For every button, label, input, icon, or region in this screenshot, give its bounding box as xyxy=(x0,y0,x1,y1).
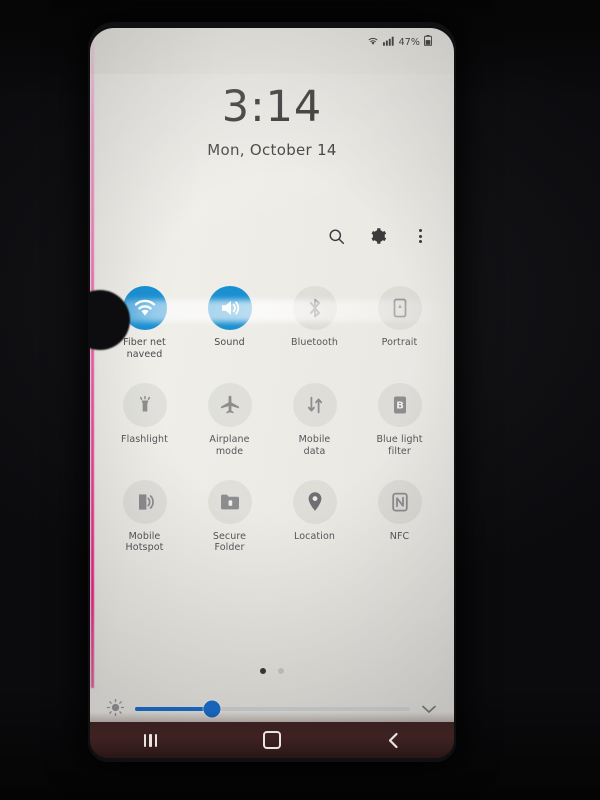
quick-settings-header-actions xyxy=(326,226,430,246)
qs-tile-label: Blue light filter xyxy=(376,433,423,457)
bluetooth-icon xyxy=(292,286,337,330)
secure-folder-icon xyxy=(207,479,252,524)
qs-tile-mobile-hotspot[interactable]: Mobile Hotspot xyxy=(102,479,187,555)
airplane-icon xyxy=(207,382,252,427)
qs-tile-label: Mobile data xyxy=(298,433,331,457)
quick-settings-grid: Fiber net naveed Sound Bluetooth Portrai… xyxy=(90,286,454,554)
status-bar: 47% xyxy=(90,32,454,52)
wifi-icon xyxy=(367,36,379,49)
qs-tile-label: Sound xyxy=(214,337,245,348)
search-icon[interactable] xyxy=(326,226,346,246)
navigation-bar xyxy=(90,722,454,758)
phone-screen: 47% 3:14 Mon, October 14 Fiber net navee… xyxy=(90,28,454,728)
qs-tile-label: Mobile Hotspot xyxy=(125,530,164,554)
lock-clock-area: 3:14 Mon, October 14 xyxy=(90,82,454,160)
battery-percentage: 47% xyxy=(398,36,420,48)
page-indicator xyxy=(90,668,454,674)
recents-icon[interactable] xyxy=(131,727,171,753)
qs-tile-label: NFC xyxy=(389,530,410,542)
blue-light-filter-icon: B xyxy=(377,382,422,427)
phone-device: 47% 3:14 Mon, October 14 Fiber net navee… xyxy=(88,22,456,762)
more-options-icon[interactable] xyxy=(410,226,430,246)
nfc-icon xyxy=(377,479,422,524)
qs-tile-label: Secure Folder xyxy=(212,530,247,554)
qs-tile-airplane-mode[interactable]: Airplane mode xyxy=(187,382,272,458)
clock-time: 3:14 xyxy=(221,82,323,132)
home-icon[interactable] xyxy=(252,727,292,753)
display-defect-line xyxy=(91,28,94,688)
qs-tile-location[interactable]: Location xyxy=(272,479,357,555)
cellular-signal-icon xyxy=(382,36,395,49)
screen-rotation-portrait-icon xyxy=(377,286,422,330)
brightness-slider[interactable] xyxy=(135,700,410,718)
mobile-hotspot-icon xyxy=(122,479,167,524)
qs-tile-label: Bluetooth xyxy=(290,337,339,348)
page-dot-2[interactable] xyxy=(278,668,284,674)
clock-date: Mon, October 14 xyxy=(207,141,337,159)
qs-tile-label: Location xyxy=(294,530,335,542)
qs-tile-label: Portrait xyxy=(381,337,418,348)
flashlight-icon xyxy=(122,382,167,427)
back-icon[interactable] xyxy=(373,727,413,753)
qs-tile-mobile-data[interactable]: Mobile data xyxy=(272,382,357,458)
qs-tile-nfc[interactable]: NFC xyxy=(357,479,442,555)
battery-icon xyxy=(424,35,432,49)
qs-tile-bluetooth[interactable]: Bluetooth xyxy=(272,286,357,361)
qs-tile-secure-folder[interactable]: Secure Folder xyxy=(187,479,272,555)
brightness-slider-fill xyxy=(135,707,212,711)
navbar-shadow xyxy=(90,712,454,722)
qs-tile-label: Airplane mode xyxy=(209,433,250,457)
qs-tile-portrait[interactable]: Portrait xyxy=(357,286,442,361)
qs-tile-label: Flashlight xyxy=(121,433,168,445)
mobile-data-arrows-icon xyxy=(292,382,337,427)
svg-text:B: B xyxy=(396,400,404,411)
location-pin-icon xyxy=(292,479,337,524)
qs-tile-blue-light-filter[interactable]: B Blue light filter xyxy=(357,382,442,458)
qs-tile-label: Fiber net naveed xyxy=(123,337,166,360)
page-dot-1[interactable] xyxy=(260,668,266,674)
qs-tile-sound[interactable]: Sound xyxy=(187,286,272,361)
qs-tile-flashlight[interactable]: Flashlight xyxy=(102,382,187,458)
settings-gear-icon[interactable] xyxy=(368,226,388,246)
sound-volume-icon xyxy=(207,286,252,330)
